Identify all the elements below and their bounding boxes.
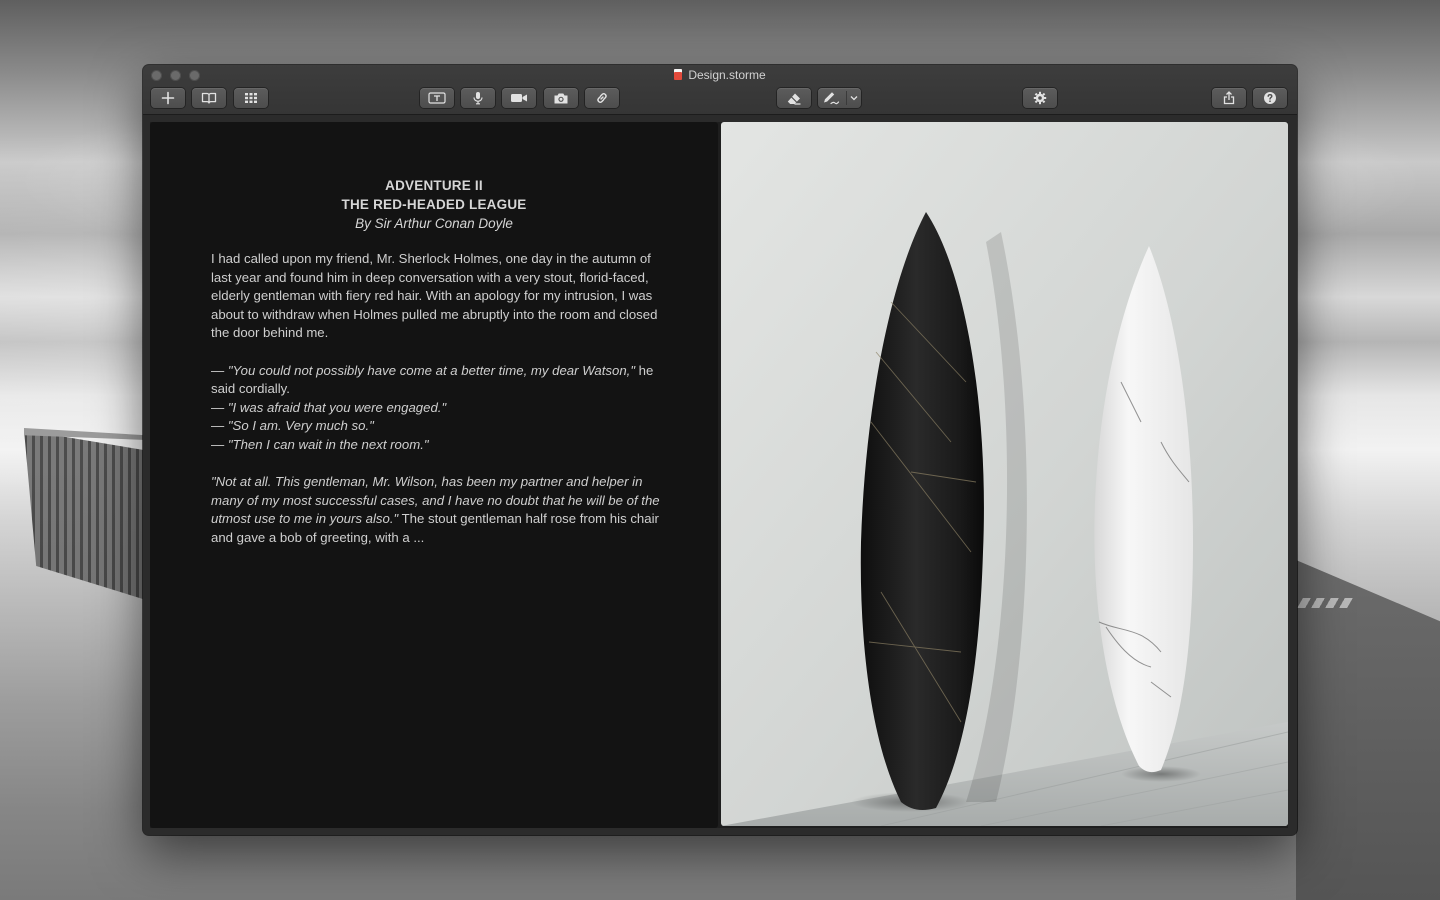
eraser-button[interactable] bbox=[777, 88, 811, 108]
text-box-icon bbox=[428, 92, 446, 104]
pen-tool-button[interactable] bbox=[818, 88, 861, 108]
overview-button[interactable] bbox=[234, 88, 268, 108]
video-camera-icon bbox=[511, 94, 527, 102]
author-byline: By Sir Arthur Conan Doyle bbox=[355, 216, 513, 231]
image-page[interactable] bbox=[721, 122, 1288, 826]
story-title: THE RED-HEADED LEAGUE bbox=[341, 197, 527, 212]
document-heading: ADVENTURE II THE RED-HEADED LEAGUE By Si… bbox=[150, 176, 718, 233]
paragraph-intro: I had called upon my friend, Mr. Sherloc… bbox=[211, 251, 658, 341]
dialogue-line: — "Then I can wait in the next room." bbox=[211, 436, 429, 452]
wallpaper-road-markings bbox=[1297, 598, 1353, 608]
chevron-down-icon[interactable] bbox=[850, 95, 858, 101]
eraser-icon bbox=[787, 93, 801, 105]
help-icon bbox=[1264, 92, 1276, 104]
share-icon bbox=[1223, 91, 1235, 105]
title-bar: Design.storme bbox=[143, 65, 1297, 115]
text-page[interactable]: ADVENTURE II THE RED-HEADED LEAGUE By Si… bbox=[150, 122, 718, 828]
settings-button[interactable] bbox=[1023, 88, 1057, 108]
record-audio-button[interactable] bbox=[461, 88, 495, 108]
dialogue-line: — "I was afraid that you were engaged." bbox=[211, 399, 447, 415]
insert-link-button[interactable] bbox=[585, 88, 619, 108]
window-title-text: Design.storme bbox=[688, 68, 766, 82]
chapter-title: ADVENTURE II bbox=[385, 178, 483, 193]
add-button[interactable] bbox=[151, 88, 185, 108]
record-video-button[interactable] bbox=[502, 88, 536, 108]
document-body[interactable]: I had called upon my friend, Mr. Sherloc… bbox=[211, 250, 671, 566]
add-icon bbox=[161, 91, 175, 105]
window-title: Design.storme bbox=[143, 68, 1297, 82]
document-content: ADVENTURE II THE RED-HEADED LEAGUE By Si… bbox=[150, 122, 1288, 828]
take-photo-button[interactable] bbox=[544, 88, 578, 108]
pen-tool-icon bbox=[824, 92, 840, 105]
surfboards-photo bbox=[721, 122, 1288, 826]
dialogue-line: — "You could not possibly have come at a… bbox=[211, 362, 654, 397]
dialogue-line: — "So I am. Very much so." bbox=[211, 418, 374, 434]
microphone-icon bbox=[473, 92, 483, 105]
app-window: Design.storme ADVENTURE II THE RED-HEADE… bbox=[143, 65, 1297, 835]
book-icon bbox=[201, 92, 217, 104]
link-icon bbox=[597, 93, 607, 103]
grid-icon bbox=[245, 93, 257, 103]
camera-icon bbox=[554, 93, 568, 103]
gear-icon bbox=[1033, 91, 1047, 105]
library-button[interactable] bbox=[192, 88, 226, 108]
help-button[interactable] bbox=[1253, 88, 1287, 108]
share-button[interactable] bbox=[1212, 88, 1246, 108]
dialogue-block: — "You could not possibly have come at a… bbox=[211, 362, 671, 455]
insert-text-button[interactable] bbox=[420, 88, 454, 108]
paragraph-closing: "Not at all. This gentleman, Mr. Wilson,… bbox=[211, 474, 660, 545]
document-icon bbox=[674, 69, 683, 80]
